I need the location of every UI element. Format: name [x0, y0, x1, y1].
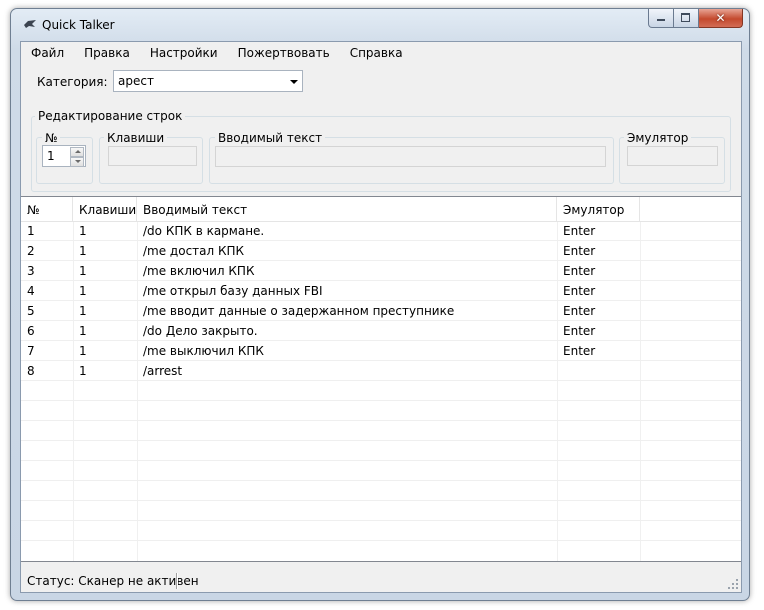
table-row[interactable]: 8 1/arrest: [21, 361, 741, 381]
empty-table-row: [21, 501, 741, 521]
empty-table-row: [21, 401, 741, 421]
cell-keys: 1: [79, 344, 87, 358]
cell-text: /arrest: [143, 364, 183, 378]
menu-settings[interactable]: Настройки: [140, 42, 228, 62]
cell-emulator: Enter: [563, 344, 596, 358]
menu-edit[interactable]: Правка: [74, 42, 140, 62]
status-bar: Статус: Сканер не активен: [21, 570, 741, 592]
keys-group-title: Клавиши: [104, 131, 168, 145]
column-header-emulator[interactable]: Эмулятор: [557, 197, 640, 221]
spin-up-button[interactable]: [70, 147, 84, 157]
input-text-field[interactable]: [215, 146, 606, 167]
cell-keys: 1: [79, 284, 87, 298]
empty-table-row: [21, 421, 741, 441]
empty-table-row: [21, 461, 741, 481]
cell-number: 2: [27, 244, 35, 258]
keys-field[interactable]: [108, 146, 197, 166]
cell-text: /do КПК в кармане.: [143, 224, 265, 238]
cell-emulator: [557, 361, 640, 381]
close-button[interactable]: ✕: [699, 9, 743, 28]
spin-down-button[interactable]: [70, 157, 84, 167]
cell-text: /me открыл базу данных FBI: [143, 284, 323, 298]
cell-keys: 1: [79, 364, 87, 378]
cell-number: 7: [27, 344, 35, 358]
menu-donate[interactable]: Пожертвовать: [228, 42, 340, 62]
cell-keys: 1: [79, 264, 87, 278]
caption-buttons: ✕: [648, 9, 743, 28]
table-row[interactable]: 5 1/me вводит данные о задержанном престу…: [21, 301, 741, 321]
cell-keys: 1: [79, 304, 87, 318]
minimize-icon: [657, 19, 665, 21]
num-group-title: №: [42, 131, 61, 145]
column-header-text[interactable]: Вводимый текст: [137, 197, 557, 221]
row-number-value: 1: [47, 149, 55, 163]
table-row[interactable]: 2 1/me достал КПК Enter: [21, 241, 741, 261]
column-header-number[interactable]: №: [21, 197, 73, 221]
editor-group-title: Редактирование строк: [35, 109, 186, 123]
cell-text: /me выключил КПК: [143, 344, 264, 358]
category-select[interactable]: арест: [113, 70, 303, 92]
resize-grip-icon[interactable]: [727, 578, 739, 590]
app-icon: [24, 20, 36, 28]
table-row[interactable]: 7 1/me выключил КПК Enter: [21, 341, 741, 361]
stepper-buttons: [70, 147, 84, 167]
close-icon: ✕: [715, 11, 726, 25]
category-value: арест: [118, 74, 154, 88]
cell-keys: 1: [79, 244, 87, 258]
table-row[interactable]: 4 1/me открыл базу данных FBI Enter: [21, 281, 741, 301]
table-body: 1 1/do КПК в кармане. Enter 2 1/me достал КП…: [21, 221, 741, 541]
table-row[interactable]: 6 1/do Дело закрыто. Enter: [21, 321, 741, 341]
cell-keys: 1: [79, 224, 87, 238]
cell-text: /me включил КПК: [143, 264, 255, 278]
maximize-icon: [681, 13, 690, 22]
cell-text: /me достал КПК: [143, 244, 245, 258]
spin-down-icon: [75, 160, 81, 163]
maximize-button[interactable]: [674, 9, 699, 28]
status-text: Статус: Сканер не активен: [27, 574, 199, 588]
cell-keys: 1: [79, 324, 87, 338]
empty-table-row: [21, 481, 741, 501]
text-group-title: Вводимый текст: [215, 131, 326, 145]
cell-text: /me вводит данные о задержанном преступн…: [143, 304, 455, 318]
cell-number: 4: [27, 284, 35, 298]
phrases-table[interactable]: № Клавиши Вводимый текст Эмулятор 1 1/do …: [21, 196, 741, 562]
cell-number: 6: [27, 324, 35, 338]
cell-number: 8: [27, 364, 35, 378]
cell-emulator: Enter: [563, 244, 596, 258]
cell-number: 1: [27, 224, 35, 238]
empty-table-row: [21, 521, 741, 541]
app-window: Quick Talker ✕ Файл Правка Настройки Пож…: [10, 8, 750, 601]
title-bar[interactable]: Quick Talker ✕: [11, 9, 749, 39]
window-title: Quick Talker: [42, 18, 115, 32]
cell-number: 5: [27, 304, 35, 318]
cell-text: /do Дело закрыто.: [143, 324, 258, 338]
minimize-button[interactable]: [648, 9, 674, 28]
cell-number: 3: [27, 264, 35, 278]
cell-emulator: Enter: [563, 324, 596, 338]
menu-file[interactable]: Файл: [21, 42, 74, 62]
empty-table-row: [21, 441, 741, 461]
cell-emulator: Enter: [563, 224, 596, 238]
cell-emulator: Enter: [563, 304, 596, 318]
client-area: Файл Правка Настройки Пожертвовать Справ…: [20, 41, 742, 593]
menu-bar: Файл Правка Настройки Пожертвовать Справ…: [21, 42, 741, 62]
table-header: № Клавиши Вводимый текст Эмулятор: [21, 197, 741, 222]
status-divider: [176, 573, 178, 589]
menu-help[interactable]: Справка: [340, 42, 413, 62]
empty-table-row: [21, 381, 741, 401]
category-label: Категория:: [37, 75, 108, 89]
row-number-stepper[interactable]: 1: [42, 145, 86, 167]
emulator-group-title: Эмулятор: [624, 131, 692, 145]
spin-up-icon: [75, 150, 81, 153]
emulator-field[interactable]: [627, 146, 718, 166]
cell-emulator: Enter: [563, 284, 596, 298]
table-row[interactable]: 1 1/do КПК в кармане. Enter: [21, 221, 741, 241]
table-row[interactable]: 3 1/me включил КПК Enter: [21, 261, 741, 281]
chevron-down-icon[interactable]: [290, 80, 298, 84]
cell-emulator: Enter: [563, 264, 596, 278]
column-header-keys[interactable]: Клавиши: [73, 197, 137, 221]
